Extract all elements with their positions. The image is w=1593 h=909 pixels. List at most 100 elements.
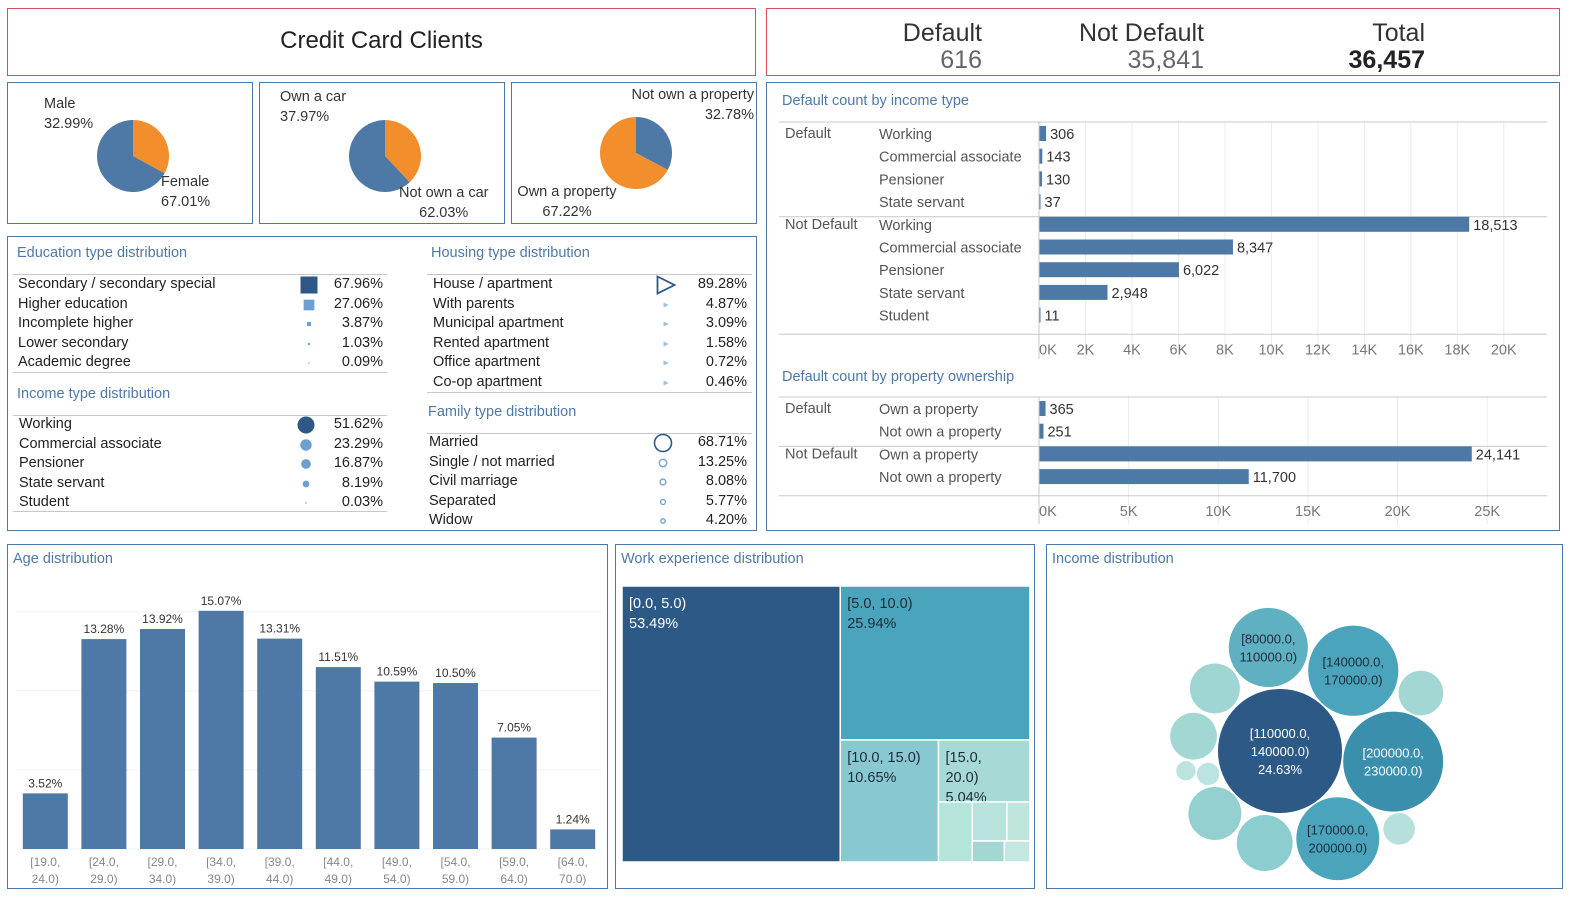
age-bar xyxy=(22,793,68,849)
x-tick-label: 8K xyxy=(1216,342,1234,358)
work-treemap: [0.0, 5.0) 53.49% [5.0, 10.0) 25.94% [10.0, … xyxy=(621,585,1031,863)
education-row-value: 27.06% xyxy=(333,295,383,312)
property-default-chart: Default Own a property 365 Not own a proper… xyxy=(779,396,1547,524)
kpi-not-default-value: 35,841 xyxy=(1127,46,1204,74)
housing-row-label: Co-op apartment xyxy=(433,374,542,390)
housing-title: Housing type distribution xyxy=(431,245,590,261)
income-row-label: Working xyxy=(19,416,72,432)
x-tick-label: 5K xyxy=(1120,504,1138,520)
income-row-mark xyxy=(297,416,315,434)
family-title: Family type distribution xyxy=(428,404,577,420)
family-row-label: Civil marriage xyxy=(429,473,518,490)
group-label: Not Default xyxy=(785,217,858,233)
bar-not-default-own-a-property xyxy=(1039,446,1472,462)
bar-value-label: 2,948 xyxy=(1112,286,1148,302)
category-label: State servant xyxy=(879,195,964,211)
age-category-label: [19.0, xyxy=(30,855,60,869)
income-dot-mark xyxy=(297,416,315,434)
kpi-total-value: 36,457 xyxy=(1348,46,1425,74)
treemap-label: 25.94% xyxy=(847,616,896,632)
age-bar-value: 7.05% xyxy=(497,721,531,735)
income-dot-mark xyxy=(301,459,311,470)
age-category-label: 49.0) xyxy=(325,872,352,886)
x-tick-label: 25K xyxy=(1474,504,1500,520)
age-category-label: 70.0) xyxy=(559,872,586,886)
age-category-label: [39.0, xyxy=(265,855,295,869)
education-row-value: 67.96% xyxy=(333,276,383,292)
income-bubble xyxy=(1170,712,1217,760)
education-row-mark xyxy=(307,342,311,345)
education-row-label: Secondary / secondary special xyxy=(18,276,216,292)
housing-triangle-mark xyxy=(663,321,669,327)
group-label: Default xyxy=(785,126,831,142)
title-panel: Credit Card Clients xyxy=(7,8,756,76)
group-label: Not Default xyxy=(785,446,858,462)
housing-row-mark xyxy=(663,321,669,327)
income-bubble xyxy=(1398,670,1444,716)
family-row-mark xyxy=(658,458,668,467)
family-row-mark xyxy=(659,498,667,505)
income-row-mark xyxy=(300,438,312,451)
bubble-label: 200000.0) xyxy=(1309,841,1368,856)
family-row-mark xyxy=(653,433,673,453)
income-panel: Income distribution [110000.0, 140000.0) 2… xyxy=(1046,544,1563,889)
pie-label-own-car: Own a car 37.97% xyxy=(280,89,347,125)
bar-not-default-working xyxy=(1039,216,1470,232)
age-bar xyxy=(491,737,537,849)
income-dot-mark xyxy=(302,480,310,488)
age-bar xyxy=(315,667,361,849)
family-row-label: Married xyxy=(429,434,479,450)
education-square-mark xyxy=(300,276,318,294)
bar-value-label: 18,513 xyxy=(1473,218,1517,234)
x-tick-label: 10K xyxy=(1205,504,1231,520)
income-row-mark xyxy=(302,480,310,488)
property-default-title: Default count by property ownership xyxy=(782,369,1015,385)
category-label: Working xyxy=(879,127,932,143)
family-row-value: 8.08% xyxy=(705,473,747,490)
income-bubble xyxy=(1189,663,1240,714)
x-tick-label: 10K xyxy=(1258,342,1284,358)
bar-value-label: 130 xyxy=(1046,172,1070,188)
age-category-label: [49.0, xyxy=(382,855,412,869)
bar-default-not-own-a-property xyxy=(1039,423,1044,439)
income-row-mark xyxy=(301,459,311,470)
category-label: Not own a property xyxy=(879,470,1002,486)
housing-row-value: 4.87% xyxy=(705,295,747,312)
age-bar-value: 1.24% xyxy=(556,812,590,826)
family-ring-mark xyxy=(659,478,667,486)
housing-triangle-mark xyxy=(656,275,677,295)
education-title: Education type distribution xyxy=(17,245,188,261)
treemap-label: 20.0) xyxy=(945,770,978,786)
treemap-label: [15.0, xyxy=(945,750,981,766)
family-row-mark xyxy=(660,518,666,525)
housing-row-label: Office apartment xyxy=(433,354,540,371)
age-panel: Age distribution 3.52% [19.0, 24.0) 13.28% [… xyxy=(7,544,608,889)
age-bar xyxy=(433,683,478,849)
age-category-label: [54.0, xyxy=(440,855,470,869)
income-bubble xyxy=(1296,797,1380,881)
category-label: Not own a property xyxy=(879,425,1002,441)
treemap-label: 10.65% xyxy=(847,770,896,786)
education-square-mark xyxy=(307,342,311,345)
age-category-label: 54.0) xyxy=(383,872,410,886)
property-pie xyxy=(600,117,672,189)
x-tick-label: 15K xyxy=(1295,504,1321,520)
age-bar xyxy=(374,681,420,849)
kpi-default-label: Default xyxy=(902,19,982,47)
age-title: Age distribution xyxy=(13,551,113,567)
distributions-panel: Education type distribution Secondary / … xyxy=(7,236,757,531)
family-ring-mark xyxy=(659,498,667,505)
education-square-mark xyxy=(306,322,312,327)
x-tick-label: 20K xyxy=(1385,504,1411,520)
category-label: Pensioner xyxy=(879,263,944,279)
pie-label-not-own-car: Not own a car 62.03% xyxy=(399,185,489,221)
age-bar xyxy=(140,628,185,849)
bar-not-default-not-own-a-property xyxy=(1039,469,1249,485)
income-row-label: Student xyxy=(19,494,69,511)
housing-row-mark xyxy=(663,360,669,366)
category-label: Own a property xyxy=(879,447,979,463)
bar-value-label: 24,141 xyxy=(1476,447,1520,463)
housing-row-value: 1.58% xyxy=(705,334,747,351)
income-bubble xyxy=(1228,607,1308,687)
education-row-label: Academic degree xyxy=(18,354,131,371)
